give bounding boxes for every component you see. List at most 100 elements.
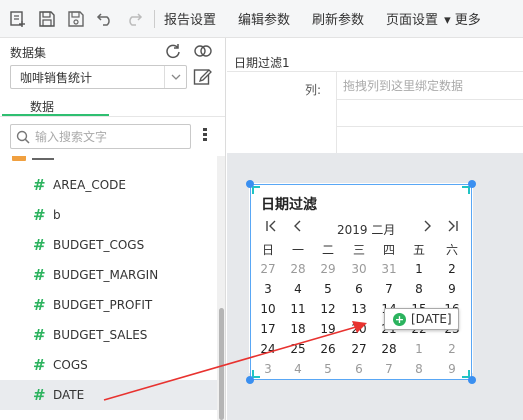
calendar-day[interactable]: 10	[255, 302, 281, 316]
calendar-day[interactable]: 8	[406, 362, 432, 376]
calendar-day[interactable]: 1	[406, 262, 432, 276]
calendar-day[interactable]: 26	[315, 342, 341, 356]
calendar-day[interactable]: 27	[346, 342, 372, 356]
date-filter-widget[interactable]: 日期过滤 2019 二月 日一二三四五六 27 28 29 30 31 1 2 3 4 5 6 7 8 9…	[250, 184, 472, 380]
dataset-select[interactable]: 咖啡销售统计	[10, 65, 187, 89]
search-placeholder: 输入搜索文字	[35, 130, 108, 144]
weekday-label: 一	[291, 243, 304, 257]
weekday-label: 三	[352, 243, 365, 257]
calendar-day[interactable]: 18	[285, 322, 311, 336]
calendar-day[interactable]: 19	[315, 322, 341, 336]
report-settings-button[interactable]: 报告设置	[164, 9, 216, 28]
redo-icon[interactable]	[123, 8, 145, 30]
chevron-down-icon[interactable]	[164, 66, 186, 88]
property-row[interactable]	[336, 127, 523, 154]
calendar-day[interactable]: 30	[346, 262, 372, 276]
resize-handle[interactable]	[246, 376, 254, 384]
column-drop-zone[interactable]: 拖拽列到这里绑定数据	[336, 72, 523, 100]
prev-month-icon[interactable]	[292, 220, 304, 236]
calendar-day[interactable]: 7	[376, 362, 402, 376]
dataset-title: 数据集	[10, 46, 47, 60]
calendar-day[interactable]: 5	[315, 362, 341, 376]
save-as-icon[interactable]	[65, 8, 87, 30]
field-name: BUDGET_SALES	[53, 328, 148, 342]
calendar-day[interactable]: 11	[285, 302, 311, 316]
folder-label-partial	[32, 158, 54, 160]
field-item[interactable]: # b	[0, 200, 217, 230]
field-list: # AREA_CODE # b # BUDGET_COGS # BUDGET_MARGI…	[0, 156, 217, 420]
next-month-icon[interactable]	[421, 220, 433, 236]
undo-icon[interactable]	[94, 8, 116, 30]
calendar-day[interactable]: 8	[406, 282, 432, 296]
calendar-day[interactable]: 29	[315, 262, 341, 276]
new-report-icon[interactable]	[7, 8, 29, 30]
numeric-field-icon: #	[33, 236, 46, 254]
field-name: BUDGET_MARGIN	[53, 268, 159, 282]
calendar-day[interactable]: 13	[346, 302, 372, 316]
widget-title: 日期过滤	[261, 197, 317, 213]
field-name: BUDGET_COGS	[53, 238, 145, 252]
calendar-day[interactable]: 28	[376, 342, 402, 356]
calendar-day[interactable]: 9	[439, 282, 465, 296]
refresh-icon[interactable]	[164, 42, 182, 60]
field-item[interactable]: # AREA_CODE	[0, 170, 217, 200]
calendar-day[interactable]: 25	[285, 342, 311, 356]
calendar-day[interactable]: 1	[406, 342, 432, 356]
calendar-day[interactable]: 3	[255, 282, 281, 296]
calendar-day[interactable]: 4	[285, 362, 311, 376]
drag-field-label: [DATE]	[411, 312, 452, 326]
field-item[interactable]: # BUDGET_MARGIN	[0, 260, 217, 290]
numeric-field-icon: #	[33, 176, 46, 194]
calendar-day[interactable]: 28	[285, 262, 311, 276]
weekday-label: 五	[412, 243, 425, 257]
filter-component-name: 日期过滤1	[234, 56, 290, 70]
folder-icon	[12, 156, 26, 161]
first-page-icon[interactable]	[265, 220, 277, 236]
tab-data[interactable]: 数据	[30, 98, 54, 115]
field-item[interactable]: # BUDGET_COGS	[0, 230, 217, 260]
weekday-label: 二	[321, 243, 334, 257]
resize-handle[interactable]	[468, 376, 476, 384]
widget-corner	[252, 186, 260, 194]
numeric-field-icon: #	[33, 386, 46, 404]
calendar-day[interactable]: 12	[315, 302, 341, 316]
binding-properties: 列: 拖拽列到这里绑定数据	[227, 71, 523, 154]
calendar-day[interactable]: 5	[315, 282, 341, 296]
field-item[interactable]: # BUDGET_SALES	[0, 320, 217, 350]
calendar-day[interactable]: 6	[346, 282, 372, 296]
field-item[interactable]: # COGS	[0, 350, 217, 380]
dataset-select-value: 咖啡销售统计	[20, 70, 93, 85]
calendar-day[interactable]: 27	[255, 262, 281, 276]
toolbar: 报告设置 编辑参数 刷新参数 页面设置 ▾ 更多	[0, 0, 523, 38]
link-dataset-icon[interactable]	[193, 42, 213, 60]
calendar-day[interactable]: 7	[376, 282, 402, 296]
field-name: BUDGET_PROFIT	[53, 298, 153, 312]
calendar-day[interactable]: 24	[255, 342, 281, 356]
scrollbar-thumb[interactable]	[219, 308, 224, 420]
numeric-field-icon: #	[33, 266, 46, 284]
calendar-day[interactable]: 2	[439, 262, 465, 276]
calendar-day[interactable]: 17	[255, 322, 281, 336]
refresh-params-button[interactable]: 刷新参数	[312, 9, 364, 28]
drag-field-tag: + [DATE]	[384, 308, 459, 330]
field-search-input[interactable]: 输入搜索文字	[10, 124, 191, 149]
save-icon[interactable]	[36, 8, 58, 30]
field-options-menu-icon[interactable]	[200, 128, 210, 144]
last-page-icon[interactable]	[447, 220, 459, 236]
add-plus-icon: +	[393, 312, 406, 326]
calendar-day[interactable]: 6	[346, 362, 372, 376]
edit-dataset-icon[interactable]	[193, 67, 212, 86]
calendar-day[interactable]: 2	[439, 342, 465, 356]
resize-handle[interactable]	[468, 180, 476, 188]
edit-params-button[interactable]: 编辑参数	[238, 9, 290, 28]
field-item-selected[interactable]: # DATE	[0, 380, 217, 410]
field-item[interactable]: # BUDGET_PROFIT	[0, 290, 217, 320]
calendar-day[interactable]: 20	[346, 322, 372, 336]
more-menu-button[interactable]: ▾ 更多	[444, 9, 481, 28]
resize-handle[interactable]	[246, 180, 254, 188]
page-settings-button[interactable]: 页面设置	[386, 9, 438, 28]
property-row[interactable]	[336, 100, 523, 127]
weekday-label: 日	[261, 243, 274, 257]
calendar-day[interactable]: 31	[376, 262, 402, 276]
calendar-day[interactable]: 4	[285, 282, 311, 296]
